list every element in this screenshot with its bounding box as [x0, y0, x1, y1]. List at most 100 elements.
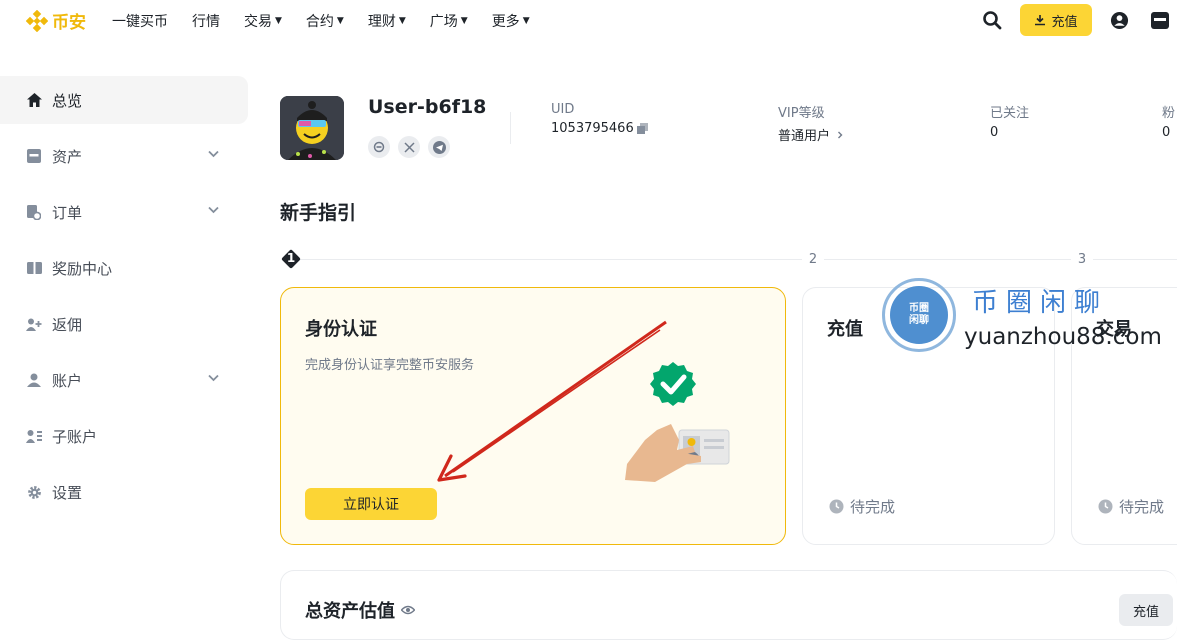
clock-icon — [1098, 499, 1113, 514]
chevron-down-icon — [208, 150, 219, 158]
chevron-down-icon — [208, 206, 219, 214]
step-indicator-1: 1 — [280, 248, 302, 270]
deposit-button[interactable]: 充值 — [1020, 4, 1092, 36]
gear-icon — [26, 484, 42, 500]
following-stat[interactable]: 已关注 0 — [990, 102, 1029, 140]
sidebar-item-label: 订单 — [52, 203, 83, 222]
followers-value: 0 — [1162, 125, 1171, 140]
top-navigation-bar: 币安 一键买币 行情 交易 ▼ 合约 ▼ 理财 ▼ 广场 ▼ 更多 ▼ 充值 — [0, 0, 1177, 40]
watermark-badge: 币圈 闲聊 — [882, 278, 956, 352]
sidebar: 总览 资产 订单 奖励中心 返佣 账户 子账户 设置 — [0, 76, 248, 524]
search-icon[interactable] — [982, 10, 1002, 30]
nav-label: 合约 — [305, 14, 334, 30]
uid-stat: UID 1053795466 — [551, 102, 648, 136]
sub-account-icon — [26, 428, 42, 444]
nav-item-square[interactable]: 广场 ▼ — [430, 11, 468, 31]
chevron-down-icon — [208, 374, 219, 382]
sidebar-item-label: 总览 — [52, 91, 83, 110]
uid-value: 1053795466 — [551, 121, 634, 136]
nav-item-markets[interactable]: 行情 — [192, 11, 220, 31]
nav-item-futures[interactable]: 合约 ▼ — [306, 11, 344, 31]
sidebar-item-label: 返佣 — [52, 315, 83, 334]
asset-title-row: 总资产估值 — [305, 597, 415, 623]
binance-logo[interactable]: 币安 — [26, 8, 86, 33]
asset-deposit-button[interactable]: 充值 — [1119, 594, 1173, 626]
card-title: 充值 — [827, 319, 863, 340]
guide-title: 新手指引 — [280, 202, 357, 224]
chevron-right-icon — [838, 131, 843, 138]
add-user-icon — [26, 316, 42, 332]
orders-icon — [26, 204, 42, 220]
annotation-arrow — [437, 320, 667, 482]
chevron-down-icon: ▼ — [522, 16, 530, 26]
nav-label: 一键买币 — [112, 14, 168, 30]
steps-progress-line — [300, 259, 1177, 260]
sidebar-item-label: 设置 — [52, 483, 83, 502]
vip-label: VIP等级 — [778, 106, 825, 121]
sidebar-item-assets[interactable]: 资产 — [0, 132, 248, 180]
nav-item-earn[interactable]: 理财 ▼ — [368, 11, 406, 31]
x-twitter-icon[interactable] — [398, 136, 420, 158]
copy-icon[interactable] — [636, 123, 648, 134]
main-nav: 一键买币 行情 交易 ▼ 合约 ▼ 理财 ▼ 广场 ▼ 更多 ▼ — [112, 11, 554, 31]
sidebar-item-overview[interactable]: 总览 — [0, 76, 248, 124]
asset-valuation-card: 总资产估值 充值 — [280, 570, 1177, 640]
profile-divider — [510, 112, 511, 144]
wallet-icon — [26, 148, 42, 164]
nav-item-quick-buy[interactable]: 一键买币 — [112, 11, 168, 31]
wallet-icon[interactable] — [1151, 11, 1169, 30]
account-icon — [26, 372, 42, 388]
avatar[interactable] — [280, 96, 344, 160]
sidebar-item-rewards[interactable]: 奖励中心 — [0, 244, 248, 292]
step-indicator-2: 2 — [802, 248, 824, 270]
logo-text: 币安 — [52, 13, 86, 33]
chevron-down-icon: ▼ — [275, 16, 282, 26]
sidebar-item-label: 账户 — [52, 371, 83, 390]
home-icon — [26, 92, 42, 108]
sidebar-item-orders[interactable]: 订单 — [0, 188, 248, 236]
following-label: 已关注 — [990, 106, 1030, 121]
nav-label: 广场 — [429, 14, 458, 30]
telegram-icon[interactable] — [428, 136, 450, 158]
followers-stat[interactable]: 粉 0 — [1162, 102, 1175, 140]
social-links — [368, 136, 458, 158]
pending-status: 待完成 — [1098, 496, 1164, 517]
sidebar-item-label: 子账户 — [52, 427, 98, 446]
verify-now-button[interactable]: 立即认证 — [305, 488, 437, 520]
nav-item-more[interactable]: 更多 ▼ — [492, 11, 530, 31]
nav-label: 理财 — [367, 14, 396, 30]
uid-label: UID — [551, 102, 575, 117]
pending-label: 待完成 — [850, 498, 896, 516]
nav-label: 行情 — [192, 14, 220, 30]
sidebar-item-label: 资产 — [52, 147, 83, 166]
chevron-down-icon: ▼ — [460, 16, 468, 26]
user-icon[interactable] — [1110, 11, 1129, 30]
watermark-url: yuanzhou88.com — [964, 324, 1162, 350]
nav-label: 更多 — [491, 14, 520, 30]
sidebar-item-label: 奖励中心 — [52, 259, 113, 278]
chevron-down-icon: ▼ — [336, 16, 344, 26]
sidebar-item-sub-account[interactable]: 子账户 — [0, 412, 248, 460]
card-title: 身份认证 — [305, 319, 377, 340]
sidebar-item-account[interactable]: 账户 — [0, 356, 248, 404]
clock-icon — [829, 499, 844, 514]
nav-label: 交易 — [244, 14, 272, 30]
identity-verification-card: 身份认证 完成身份认证享完整币安服务 立即认证 — [280, 287, 786, 545]
pending-label: 待完成 — [1119, 498, 1165, 516]
watermark: 币圈 闲聊 币圈闲聊 yuanzhou88.com — [882, 278, 1162, 358]
profile-link-icon[interactable] — [368, 136, 390, 158]
step-number: 1 — [286, 251, 296, 265]
watermark-badge-text: 币圈 闲聊 — [890, 286, 948, 344]
rewards-icon — [26, 260, 42, 276]
binance-logo-icon — [26, 9, 48, 32]
nav-item-trade[interactable]: 交易 ▼ — [244, 11, 282, 31]
eye-icon[interactable] — [401, 605, 415, 615]
deposit-label: 充值 — [1051, 14, 1078, 30]
chevron-down-icon: ▼ — [398, 16, 406, 26]
uid-value-row: 1053795466 — [551, 121, 648, 136]
following-value: 0 — [990, 125, 999, 140]
username: User-b6f18 — [368, 96, 487, 118]
sidebar-item-settings[interactable]: 设置 — [0, 468, 248, 516]
sidebar-item-referral[interactable]: 返佣 — [0, 300, 248, 348]
vip-link[interactable]: 普通用户 — [778, 125, 845, 144]
